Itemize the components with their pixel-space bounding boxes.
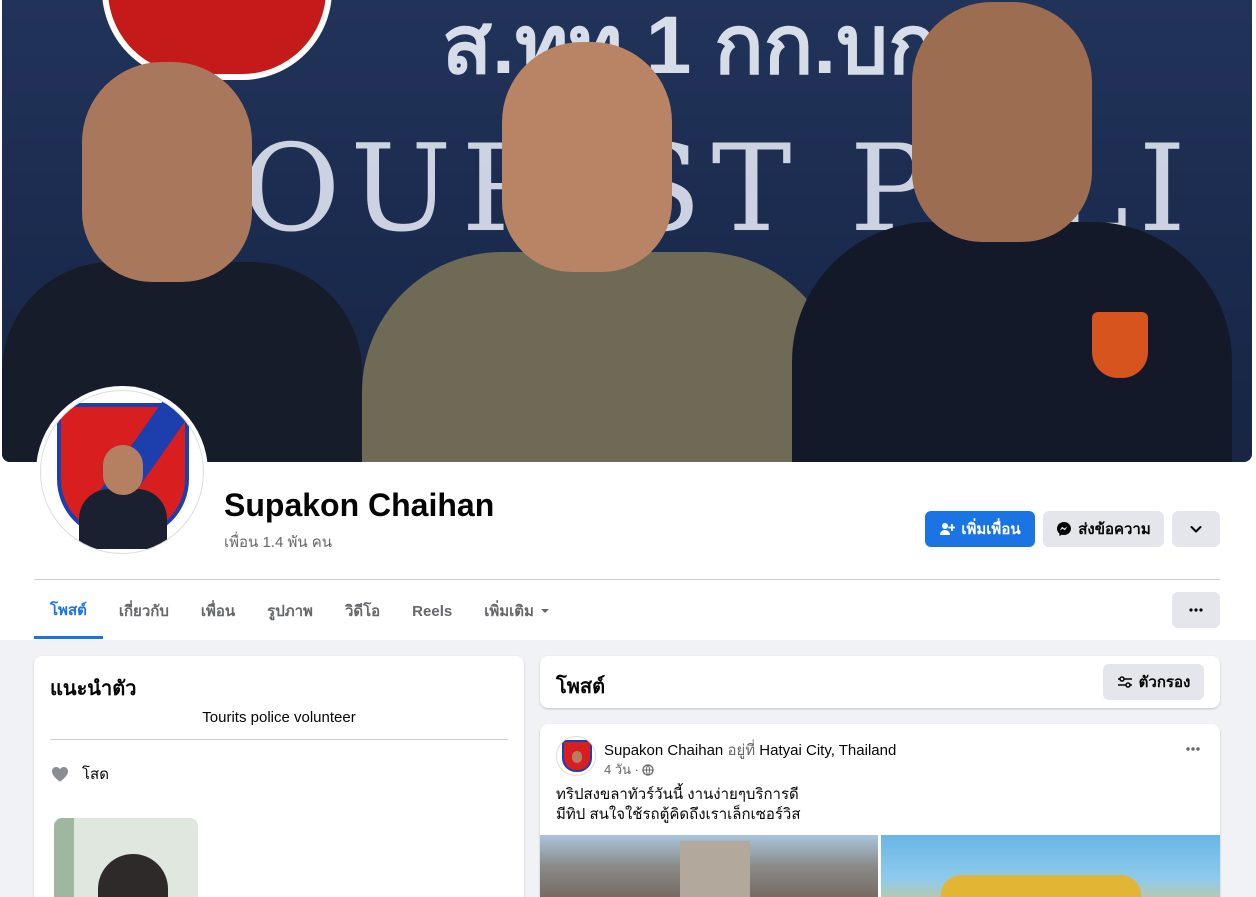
cover-person-center xyxy=(362,42,842,462)
post-meta: 4 วัน · xyxy=(604,759,654,780)
post-text-line-2: มีทิป สนใจใช้รถตู้คิดถึงเราเล็กเซอร์วิส xyxy=(556,806,801,823)
chevron-down-icon xyxy=(1190,526,1202,533)
post-author-name[interactable]: Supakon Chaihan xyxy=(604,742,723,759)
featured-photo[interactable] xyxy=(54,818,198,897)
heart-icon xyxy=(52,767,68,782)
posts-header-card: โพสต์ ตัวกรอง xyxy=(540,656,1220,708)
friends-count[interactable]: เพื่อน 1.4 พัน คน xyxy=(224,530,332,554)
post-text-line-1: ทริปสงขลาทัวร์วันนี้ งานง่ายๆบริการดี xyxy=(556,786,799,803)
post-author-avatar[interactable] xyxy=(556,736,596,776)
post-card: Supakon Chaihan อยู่ที่ Hatyai City, Tha… xyxy=(540,724,1220,897)
tab-about[interactable]: เกี่ยวกับ xyxy=(103,583,185,639)
person-plus-icon xyxy=(940,523,956,535)
tab-friends[interactable]: เพื่อน xyxy=(185,583,251,639)
avatar-image xyxy=(40,390,204,554)
header-divider xyxy=(34,579,1220,580)
profile-tabs: โพสต์ เกี่ยวกับ เพื่อน รูปภาพ วิดีโอ Ree… xyxy=(34,583,566,639)
cover-photo[interactable]: ส.ทท.1 กก.บก.ท OURIST POLI xyxy=(2,0,1252,462)
cover-photo-area: ส.ทท.1 กก.บก.ท OURIST POLI xyxy=(0,0,1256,462)
filter-button[interactable]: ตัวกรอง xyxy=(1103,664,1204,700)
tab-photos[interactable]: รูปภาพ xyxy=(251,583,329,639)
post-at-word: อยู่ที่ xyxy=(727,742,756,759)
add-friend-label: เพิ่มเพื่อน xyxy=(961,521,1021,538)
tab-posts[interactable]: โพสต์ xyxy=(34,583,103,639)
post-image-2[interactable] xyxy=(881,835,1220,897)
more-horizontal-icon xyxy=(1189,608,1203,612)
post-location[interactable]: Hatyai City, Thailand xyxy=(759,742,896,759)
intro-title: แนะนำตัว xyxy=(50,678,137,700)
tab-more[interactable]: เพิ่มเติม xyxy=(468,583,566,639)
message-label: ส่งข้อความ xyxy=(1078,521,1151,538)
post-time[interactable]: 4 วัน · xyxy=(604,759,639,780)
relationship-row: โสด xyxy=(50,762,109,786)
add-friend-button[interactable]: เพิ่มเพื่อน xyxy=(925,511,1035,547)
cover-person-right xyxy=(792,2,1252,462)
intro-card: แนะนำตัว Tourits police volunteer โสด xyxy=(34,656,524,897)
more-horizontal-icon xyxy=(1186,747,1200,751)
profile-name: Supakon Chaihan xyxy=(224,487,495,523)
filter-icon xyxy=(1117,676,1132,688)
post-options-button[interactable] xyxy=(1184,740,1202,763)
intro-divider xyxy=(50,739,508,740)
profile-avatar[interactable] xyxy=(36,386,208,558)
more-options-button[interactable] xyxy=(1172,592,1220,628)
tab-reels[interactable]: Reels xyxy=(396,583,468,639)
tab-videos[interactable]: วิดีโอ xyxy=(329,583,396,639)
post-text: ทริปสงขลาทัวร์วันนี้ งานง่ายๆบริการดี มี… xyxy=(556,785,801,825)
tab-more-label: เพิ่มเติม xyxy=(484,603,534,620)
profile-options-dropdown[interactable] xyxy=(1172,511,1220,547)
filter-label: ตัวกรอง xyxy=(1138,674,1191,691)
globe-icon xyxy=(642,763,654,776)
posts-title: โพสต์ xyxy=(556,676,606,698)
post-image-1[interactable] xyxy=(540,835,878,897)
relationship-status: โสด xyxy=(82,766,109,783)
message-button[interactable]: ส่งข้อความ xyxy=(1043,511,1164,547)
messenger-icon xyxy=(1057,522,1072,536)
caret-down-icon xyxy=(540,609,549,613)
intro-bio: Tourits police volunteer xyxy=(202,709,356,726)
